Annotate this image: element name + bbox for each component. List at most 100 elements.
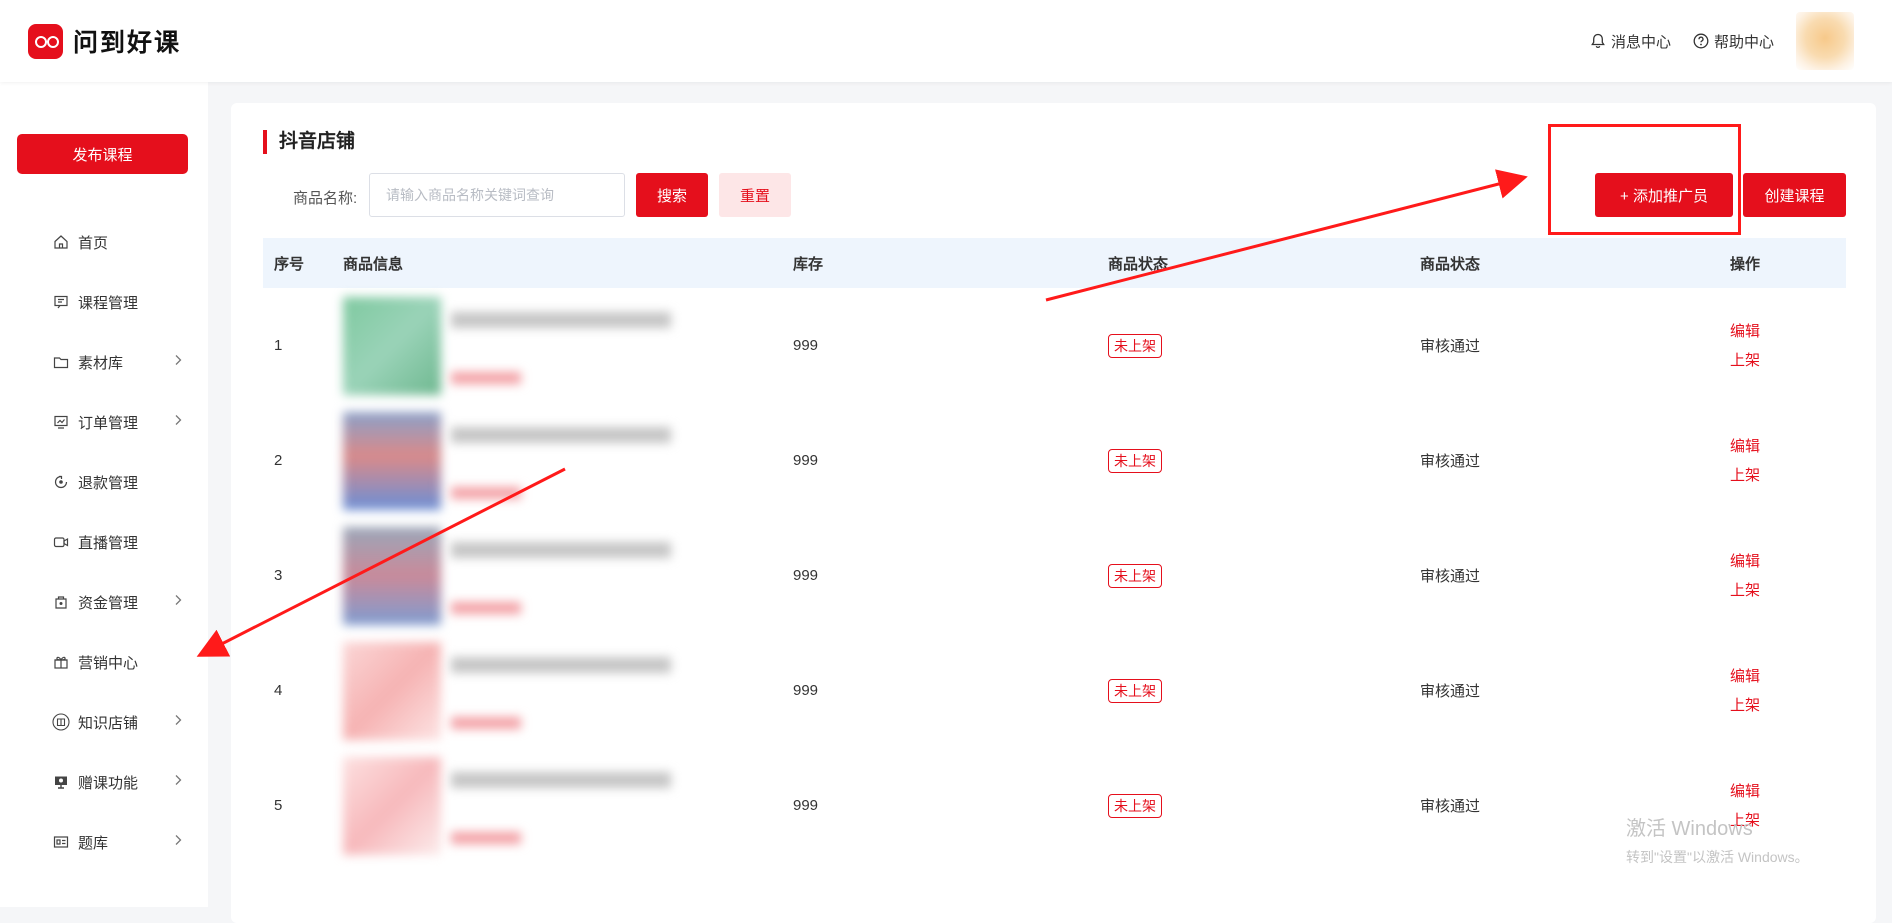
edit-link[interactable]: 编辑: [1730, 317, 1846, 346]
table-row: 3 999 未上架 审核通过 编辑 上架: [263, 518, 1846, 633]
sidebar-item-label: 赠课功能: [78, 774, 139, 792]
add-promoter-button[interactable]: + 添加推广员: [1595, 173, 1733, 217]
bell-icon: [1591, 33, 1605, 49]
edit-link[interactable]: 编辑: [1730, 547, 1846, 576]
sidebar-item-label: 素材库: [78, 354, 124, 372]
list-link[interactable]: 上架: [1730, 461, 1846, 490]
product-thumbnail: [343, 526, 441, 625]
column-header: 库存: [793, 255, 824, 273]
product-thumbnail: [343, 296, 441, 395]
sidebar-item-course[interactable]: 课程管理: [0, 272, 208, 332]
sidebar-item-gift-course[interactable]: 赠课功能: [0, 752, 208, 812]
home-icon: [52, 233, 70, 251]
logo[interactable]: 问到好课: [28, 23, 181, 59]
chevron-right-icon: [175, 715, 182, 725]
product-price-blurred: [451, 831, 521, 844]
sidebar-item-home[interactable]: 首页: [0, 212, 208, 272]
audit-status: 审核通过: [1420, 338, 1481, 355]
message-center-label: 消息中心: [1610, 33, 1671, 51]
top-header: 问到好课 消息中心 帮助中心: [0, 0, 1892, 82]
sidebar-item-funds[interactable]: 资金管理: [0, 572, 208, 632]
stock-value: 999: [793, 337, 819, 354]
product-title-blurred: [451, 426, 671, 443]
sidebar: 发布课程 首页 课程管理 素材库 订单管理 退款管理 直播管理 资金管理 营销中…: [0, 82, 208, 907]
page-title: 抖音店铺: [263, 130, 355, 154]
wallet-icon: [52, 593, 70, 611]
sidebar-item-label: 知识店铺: [78, 714, 139, 732]
list-link[interactable]: 上架: [1730, 691, 1846, 720]
sidebar-item-label: 营销中心: [78, 654, 139, 672]
product-title-blurred: [451, 656, 671, 673]
product-price-blurred: [451, 371, 521, 384]
table-row: 4 999 未上架 审核通过 编辑 上架: [263, 633, 1846, 748]
status-badge: 未上架: [1108, 448, 1162, 473]
list-link[interactable]: 上架: [1730, 346, 1846, 375]
sidebar-item-label: 课程管理: [78, 294, 139, 312]
help-center-link[interactable]: 帮助中心: [1693, 31, 1774, 52]
audit-status: 审核通过: [1420, 683, 1481, 700]
row-index: 1: [274, 337, 283, 354]
row-index: 5: [274, 797, 283, 814]
table-row: 2 999 未上架 审核通过 编辑 上架: [263, 403, 1846, 518]
product-info[interactable]: [343, 641, 793, 740]
edit-link[interactable]: 编辑: [1730, 662, 1846, 691]
search-input[interactable]: [369, 173, 625, 217]
table-row: 5 999 未上架 审核通过 编辑 上架: [263, 748, 1846, 863]
edit-link[interactable]: 编辑: [1730, 777, 1846, 806]
column-header: 序号: [274, 255, 305, 273]
status-badge: 未上架: [1108, 793, 1162, 818]
product-title-blurred: [451, 311, 671, 328]
live-icon: [52, 533, 70, 551]
publish-course-button[interactable]: 发布课程: [17, 134, 188, 174]
product-thumbnail: [343, 641, 441, 740]
sidebar-item-label: 直播管理: [78, 534, 139, 552]
windows-activation-watermark: 激活 Windows 转到"设置"以激活 Windows。: [1626, 812, 1809, 867]
product-thumbnail: [343, 411, 441, 510]
status-badge: 未上架: [1108, 563, 1162, 588]
product-info[interactable]: [343, 526, 793, 625]
product-title-blurred: [451, 771, 671, 788]
row-index: 2: [274, 452, 283, 469]
sidebar-item-refunds[interactable]: 退款管理: [0, 452, 208, 512]
column-header: 商品状态: [1420, 255, 1481, 273]
user-avatar[interactable]: [1796, 12, 1854, 70]
logo-icon: [28, 23, 63, 59]
stock-value: 999: [793, 797, 819, 814]
order-icon: [52, 413, 70, 431]
sidebar-item-live[interactable]: 直播管理: [0, 512, 208, 572]
stock-value: 999: [793, 682, 819, 699]
search-button[interactable]: 搜索: [636, 173, 708, 217]
sidebar-item-question-bank[interactable]: 题库: [0, 812, 208, 872]
folder-icon: [52, 353, 70, 371]
question-bank-icon: [52, 833, 70, 851]
header-actions: 消息中心 帮助中心: [1590, 12, 1854, 70]
table-header: 序号 商品信息 库存 商品状态 商品状态 操作: [263, 238, 1846, 288]
list-link[interactable]: 上架: [1730, 576, 1846, 605]
sidebar-item-materials[interactable]: 素材库: [0, 332, 208, 392]
table-row: 1 999 未上架 审核通过 编辑 上架: [263, 288, 1846, 403]
create-course-button[interactable]: 创建课程: [1743, 173, 1846, 217]
sidebar-item-label: 资金管理: [78, 594, 139, 612]
sidebar-item-shop[interactable]: 知识店铺: [0, 692, 208, 752]
sidebar-item-orders[interactable]: 订单管理: [0, 392, 208, 452]
chevron-right-icon: [175, 355, 182, 365]
audit-status: 审核通过: [1420, 453, 1481, 470]
message-center-link[interactable]: 消息中心: [1590, 31, 1671, 52]
product-info[interactable]: [343, 756, 793, 855]
product-price-blurred: [451, 716, 521, 729]
product-info[interactable]: [343, 296, 793, 395]
logo-text: 问到好课: [73, 29, 182, 57]
product-thumbnail: [343, 756, 441, 855]
sidebar-item-label: 首页: [78, 234, 109, 252]
product-table: 序号 商品信息 库存 商品状态 商品状态 操作 1 999 未上架 审核通过 编…: [263, 238, 1846, 863]
edit-link[interactable]: 编辑: [1730, 432, 1846, 461]
chevron-right-icon: [175, 415, 182, 425]
reset-button[interactable]: 重置: [719, 173, 791, 217]
sidebar-item-label: 退款管理: [78, 474, 139, 492]
sidebar-item-marketing[interactable]: 营销中心: [0, 632, 208, 692]
row-index: 4: [274, 682, 283, 699]
gift-icon: [52, 653, 70, 671]
product-info[interactable]: [343, 411, 793, 510]
sidebar-nav: 首页 课程管理 素材库 订单管理 退款管理 直播管理 资金管理 营销中心 知识店…: [0, 212, 208, 872]
sidebar-item-label: 订单管理: [78, 414, 139, 432]
